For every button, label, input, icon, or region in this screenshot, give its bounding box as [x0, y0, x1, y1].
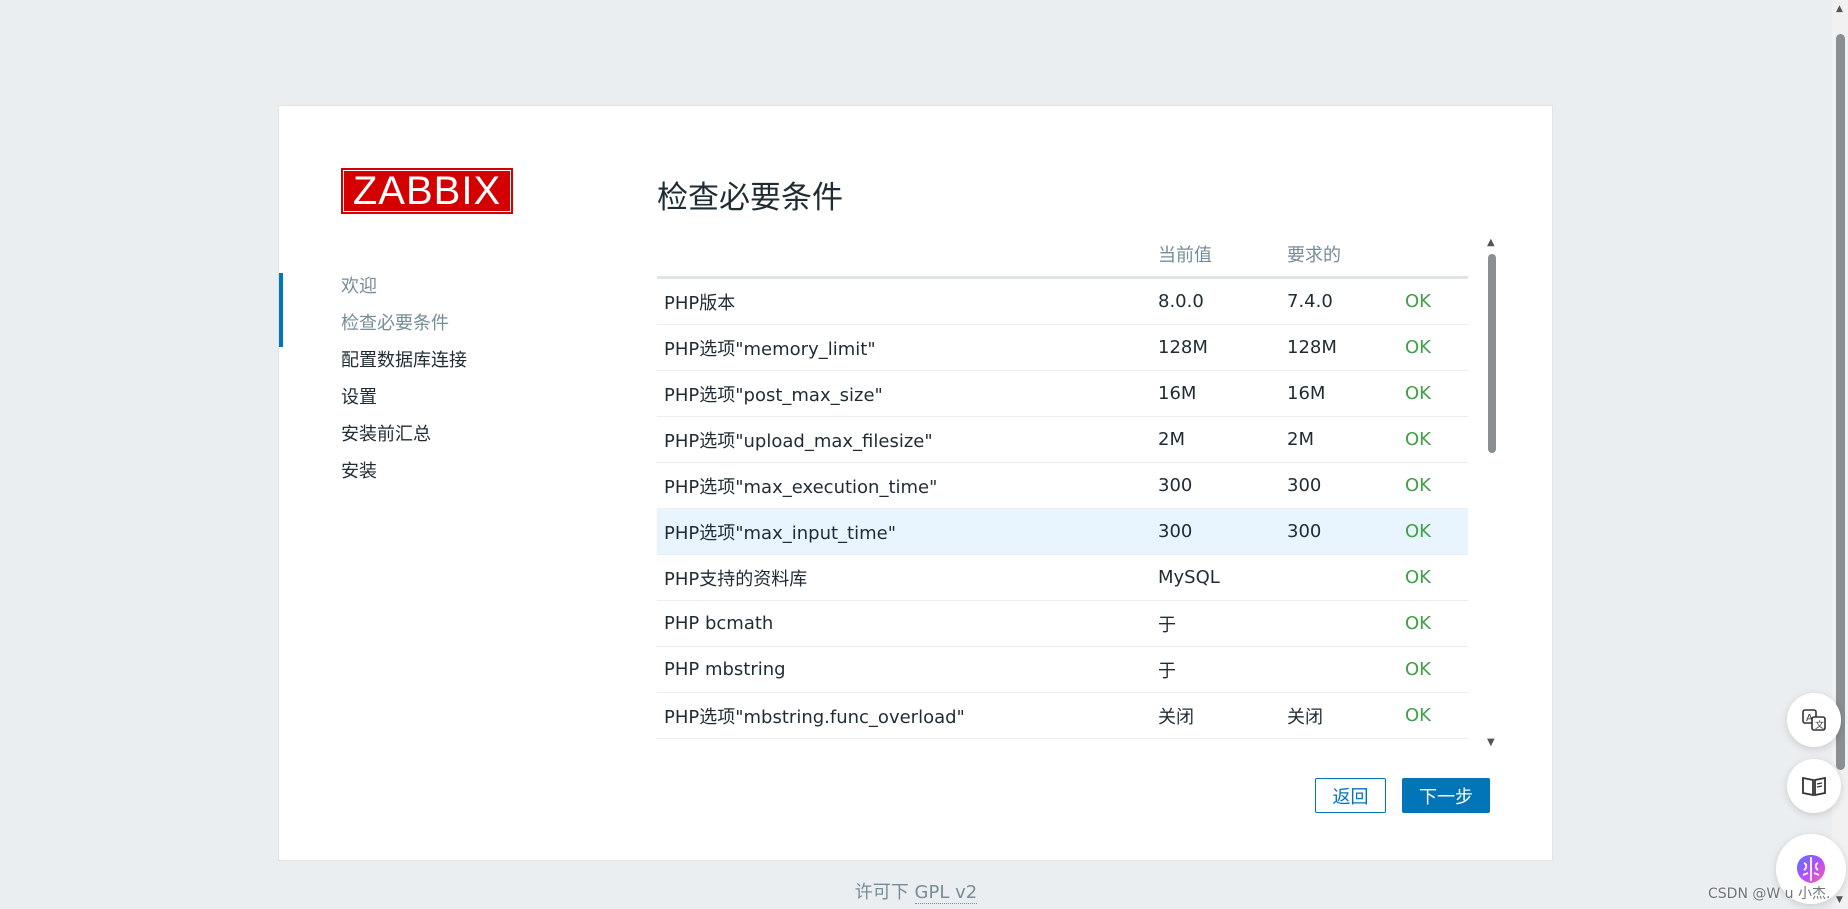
table-row-hovered: PHP选项"max_input_time" 300 300 OK: [657, 508, 1468, 555]
step-welcome: 欢迎: [341, 276, 377, 297]
row-current: 于: [1151, 600, 1280, 647]
step-install: 安装: [341, 461, 377, 482]
row-current: 300: [1151, 508, 1280, 555]
row-name: PHP选项"max_execution_time": [657, 462, 1151, 509]
row-name: PHP选项"upload_max_filesize": [657, 416, 1151, 463]
step-pre-install-summary: 安装前汇总: [341, 424, 431, 445]
row-current: 于: [1151, 646, 1280, 693]
row-name: PHP选项"max_input_time": [657, 508, 1151, 555]
row-status: OK: [1398, 324, 1468, 371]
row-status: OK: [1398, 554, 1468, 601]
page-scroll-down-icon[interactable]: ▼: [1836, 895, 1843, 905]
row-required: [1280, 600, 1398, 647]
setup-card: ZABBIX 欢迎 检查必要条件 配置数据库连接 设置 安装前汇总 安装 检查必…: [278, 105, 1553, 861]
row-required: 7.4.0: [1280, 277, 1398, 325]
row-required: [1280, 646, 1398, 693]
license-prefix: 许可下: [854, 882, 909, 903]
table-row: PHP选项"mbstring.func_overload" 关闭 关闭 OK: [657, 692, 1468, 739]
row-required: 16M: [1280, 370, 1398, 417]
svg-text:A: A: [1806, 713, 1813, 724]
requirements-table-container[interactable]: 当前值 要求的 PHP版本 8.0.0 7.4.0 OK PHP选项"memor…: [657, 232, 1482, 740]
zabbix-logo: ZABBIX: [341, 168, 513, 214]
row-current: 16M: [1151, 370, 1280, 417]
header-current-value: 当前值: [1151, 232, 1280, 279]
row-name: PHP mbstring: [657, 646, 1151, 693]
header-name: [657, 232, 1151, 279]
requirements-table: 当前值 要求的 PHP版本 8.0.0 7.4.0 OK PHP选项"memor…: [657, 232, 1468, 739]
row-name: PHP bcmath: [657, 600, 1151, 647]
table-row: PHP版本 8.0.0 7.4.0 OK: [657, 277, 1468, 325]
scroll-up-arrow-icon[interactable]: ▲: [1487, 238, 1495, 248]
row-status: OK: [1398, 692, 1468, 739]
table-row: PHP选项"max_execution_time" 300 300 OK: [657, 462, 1468, 509]
row-current: 2M: [1151, 416, 1280, 463]
row-current: 300: [1151, 462, 1280, 509]
row-required: 300: [1280, 508, 1398, 555]
table-row: PHP选项"post_max_size" 16M 16M OK: [657, 370, 1468, 417]
table-scrollbar-thumb[interactable]: [1488, 254, 1496, 453]
row-name: PHP选项"post_max_size": [657, 370, 1151, 417]
row-status: OK: [1398, 600, 1468, 647]
page-scrollbar-thumb[interactable]: [1836, 34, 1845, 770]
row-required: 2M: [1280, 416, 1398, 463]
back-button[interactable]: 返回: [1315, 778, 1386, 813]
row-required: 300: [1280, 462, 1398, 509]
translate-glyph-icon: A 文: [1802, 709, 1826, 731]
header-status: [1398, 232, 1468, 279]
row-current: MySQL: [1151, 554, 1280, 601]
row-required: 128M: [1280, 324, 1398, 371]
book-icon: [1802, 776, 1826, 797]
table-row: PHP bcmath 于 OK: [657, 600, 1468, 647]
license-footer: 许可下 GPL v2: [0, 878, 1832, 904]
row-name: PHP支持的资料库: [657, 554, 1151, 601]
row-current: 关闭: [1151, 692, 1280, 739]
row-current: 8.0.0: [1151, 277, 1280, 325]
reader-icon[interactable]: [1787, 759, 1841, 813]
page-title: 检查必要条件: [657, 180, 843, 216]
table-row: PHP选项"memory_limit" 128M 128M OK: [657, 324, 1468, 371]
table-scrollbar[interactable]: ▲ ▼: [1485, 238, 1499, 748]
translate-icon[interactable]: A 文: [1787, 693, 1841, 747]
csdn-watermark: CSDN @W u 小杰.: [1708, 886, 1831, 902]
gpl-license-link[interactable]: GPL v2: [914, 882, 978, 904]
table-row: PHP选项"upload_max_filesize" 2M 2M OK: [657, 416, 1468, 463]
step-check-prerequisites: 检查必要条件: [341, 313, 449, 334]
row-required: 关闭: [1280, 692, 1398, 739]
scroll-down-arrow-icon[interactable]: ▼: [1487, 738, 1495, 748]
row-name: PHP版本: [657, 277, 1151, 325]
row-name: PHP选项"mbstring.func_overload": [657, 692, 1151, 739]
row-status: OK: [1398, 508, 1468, 555]
table-row: PHP mbstring 于 OK: [657, 646, 1468, 693]
row-status: OK: [1398, 462, 1468, 509]
row-status: OK: [1398, 370, 1468, 417]
row-required: [1280, 554, 1398, 601]
next-step-button[interactable]: 下一步: [1402, 778, 1490, 813]
table-header-row: 当前值 要求的: [657, 232, 1468, 279]
step-db-connection: 配置数据库连接: [341, 350, 467, 371]
setup-steps: 欢迎 检查必要条件 配置数据库连接 设置 安装前汇总 安装: [279, 268, 579, 490]
row-status: OK: [1398, 416, 1468, 463]
step-settings: 设置: [341, 387, 377, 408]
row-status: OK: [1398, 277, 1468, 325]
row-name: PHP选项"memory_limit": [657, 324, 1151, 371]
row-status: OK: [1398, 646, 1468, 693]
row-current: 128M: [1151, 324, 1280, 371]
table-row: PHP支持的资料库 MySQL OK: [657, 554, 1468, 601]
svg-text:文: 文: [1815, 719, 1824, 731]
page-scroll-up-icon[interactable]: ▲: [1836, 4, 1843, 14]
header-required: 要求的: [1280, 232, 1398, 279]
